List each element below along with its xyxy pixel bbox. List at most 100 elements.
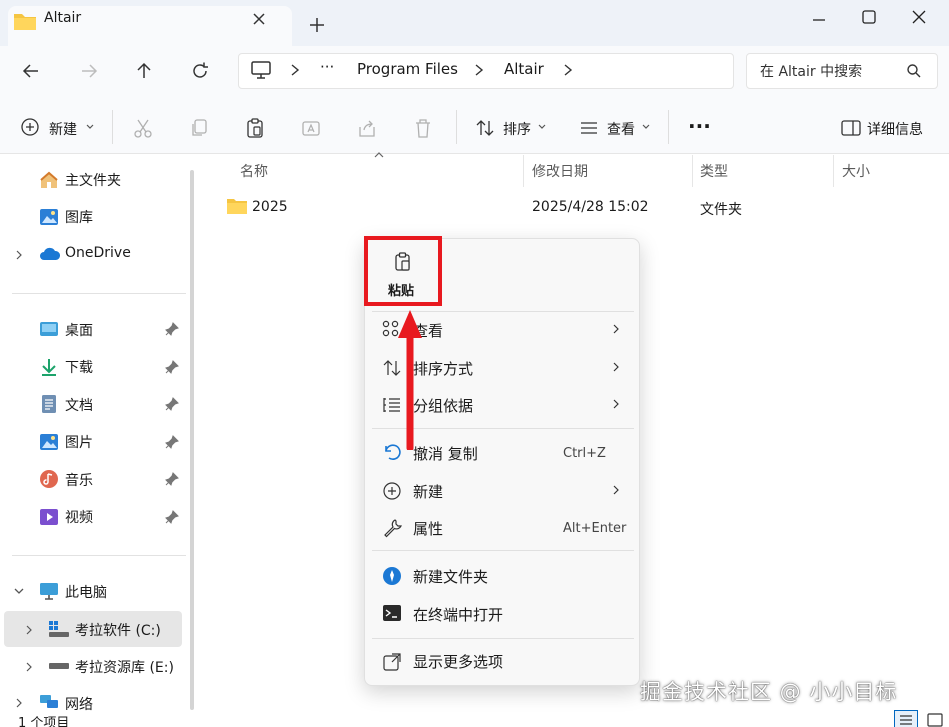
breadcrumb-more[interactable]: ··· <box>320 58 334 76</box>
up-icon[interactable] <box>133 60 155 82</box>
refresh-icon[interactable] <box>189 60 211 82</box>
breadcrumb-program-files[interactable]: Program Files <box>357 60 458 78</box>
cloud-icon <box>38 245 62 263</box>
copy-icon[interactable] <box>188 117 210 139</box>
sidebar-label-drive-e: 考拉资源库 (E:) <box>75 660 174 676</box>
chevron-right-icon[interactable] <box>561 62 575 78</box>
cut-icon[interactable] <box>132 117 154 139</box>
column-divider[interactable] <box>692 155 693 187</box>
sidebar-label-gallery: 图库 <box>65 210 93 226</box>
search-icon[interactable] <box>906 63 922 79</box>
menu-divider <box>372 638 634 639</box>
home-icon <box>38 169 60 191</box>
folder-icon <box>226 197 248 215</box>
pin-icon[interactable] <box>165 510 179 524</box>
close-tab-icon[interactable] <box>248 8 270 30</box>
sidebar-label-documents: 文档 <box>65 398 93 414</box>
chevron-right-icon[interactable] <box>24 661 34 673</box>
more-options-button[interactable]: ··· <box>688 114 711 138</box>
view-icon[interactable] <box>578 117 600 139</box>
minimize-icon[interactable] <box>808 8 830 30</box>
file-name[interactable]: 2025 <box>252 199 288 215</box>
address-bar[interactable] <box>238 53 734 89</box>
pc-icon <box>38 581 60 601</box>
back-icon[interactable] <box>20 60 42 82</box>
sidebar-label-network: 网络 <box>65 697 93 713</box>
highlight-box <box>364 236 442 306</box>
sidebar-label-desktop: 桌面 <box>65 323 93 339</box>
column-name[interactable]: 名称 <box>240 161 268 181</box>
sort-button[interactable]: 排序 <box>503 119 531 139</box>
menu-shortcut-undo: Ctrl+Z <box>563 446 606 461</box>
file-modified: 2025/4/28 15:02 <box>532 199 649 215</box>
chevron-down-icon[interactable] <box>85 123 95 131</box>
share-icon[interactable] <box>356 117 378 139</box>
new-tab-button[interactable] <box>306 14 328 36</box>
drive-c-icon <box>48 620 70 638</box>
new-button[interactable]: 新建 <box>49 119 77 139</box>
command-divider <box>668 110 669 144</box>
pin-icon[interactable] <box>165 322 179 336</box>
chevron-right-icon <box>610 483 622 497</box>
menu-label-open-terminal: 在终端中打开 <box>413 606 504 624</box>
pin-icon[interactable] <box>165 435 179 449</box>
chevron-right-icon[interactable] <box>472 62 486 78</box>
details-view-button[interactable] <box>894 710 918 727</box>
chevron-right-icon <box>610 397 622 411</box>
column-divider[interactable] <box>833 155 834 187</box>
menu-label-new: 新建 <box>413 483 444 501</box>
chevron-down-icon[interactable] <box>537 123 547 131</box>
document-icon <box>38 393 60 415</box>
plus-circle-icon <box>382 481 402 501</box>
command-divider <box>112 110 113 144</box>
menu-label-properties: 属性 <box>413 520 444 538</box>
sidebar-divider <box>12 293 186 294</box>
rename-icon[interactable] <box>300 117 322 139</box>
maximize-icon[interactable] <box>858 6 880 28</box>
chevron-right-icon <box>610 360 622 374</box>
menu-item-new-folder[interactable] <box>368 557 636 593</box>
column-type[interactable]: 类型 <box>700 161 728 181</box>
chevron-right-icon[interactable] <box>288 62 302 78</box>
pin-icon[interactable] <box>165 360 179 374</box>
column-size[interactable]: 大小 <box>842 161 870 181</box>
close-window-icon[interactable] <box>908 6 930 28</box>
new-item-icon[interactable] <box>20 117 40 137</box>
chevron-down-icon[interactable] <box>13 586 25 596</box>
paste-icon[interactable] <box>244 117 266 139</box>
details-pane-icon[interactable] <box>840 117 862 139</box>
sort-icon[interactable] <box>474 117 496 139</box>
folder-icon <box>12 10 38 32</box>
pin-icon[interactable] <box>165 472 179 486</box>
sidebar-divider <box>12 555 186 556</box>
command-divider <box>456 110 457 144</box>
pin-icon[interactable] <box>165 397 179 411</box>
chevron-right-icon[interactable] <box>14 249 24 261</box>
chevron-right-icon[interactable] <box>14 697 24 709</box>
sidebar-label-videos: 视频 <box>65 510 93 526</box>
forward-icon[interactable] <box>78 60 100 82</box>
menu-item-new[interactable] <box>368 472 636 508</box>
sidebar-label-onedrive: OneDrive <box>65 245 131 261</box>
desktop-icon <box>38 318 60 340</box>
sidebar-label-pictures: 图片 <box>65 435 93 451</box>
new-folder-icon <box>382 566 402 586</box>
search-placeholder[interactable]: 在 Altair 中搜索 <box>760 61 862 81</box>
network-icon <box>38 693 60 711</box>
chevron-down-icon[interactable] <box>641 123 651 131</box>
delete-icon[interactable] <box>412 117 434 139</box>
view-button[interactable]: 查看 <box>607 119 635 139</box>
chevron-right-icon <box>610 322 622 336</box>
gallery-icon <box>38 206 60 228</box>
drive-e-icon <box>48 661 70 671</box>
sidebar-scrollbar[interactable] <box>190 170 194 710</box>
breadcrumb-altair[interactable]: Altair <box>504 60 544 78</box>
more-options-icon <box>382 652 402 672</box>
terminal-icon <box>382 604 402 622</box>
details-button[interactable]: 详细信息 <box>867 119 923 139</box>
thumbnail-view-button[interactable] <box>926 712 946 727</box>
column-modified[interactable]: 修改日期 <box>532 161 588 181</box>
music-icon <box>38 468 60 490</box>
chevron-right-icon[interactable] <box>24 624 34 636</box>
column-divider[interactable] <box>523 155 524 187</box>
